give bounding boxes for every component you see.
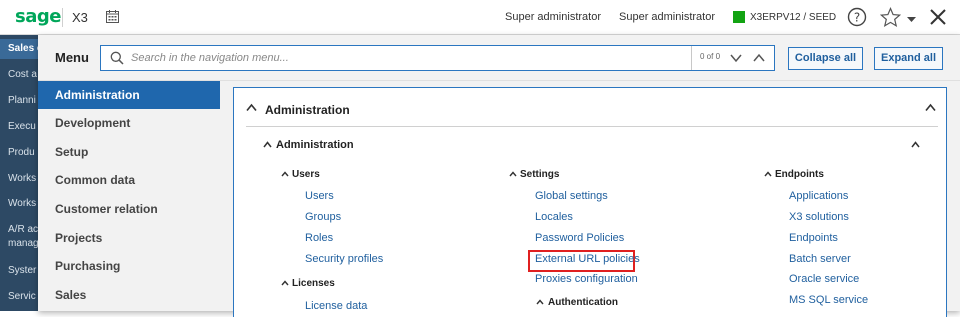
background-nav-item[interactable]: A/R ac bbox=[8, 224, 38, 235]
nav-item-label: Setup bbox=[55, 145, 89, 159]
link-users[interactable]: Users bbox=[305, 190, 334, 202]
link-external-url-policies[interactable]: External URL policies bbox=[535, 253, 640, 265]
background-navigation: Sales c Cost a Planni Execu Produ Works … bbox=[0, 35, 38, 311]
link-security-profiles[interactable]: Security profiles bbox=[305, 253, 383, 265]
next-result-chevron-down-icon[interactable] bbox=[728, 51, 744, 65]
menu-title: Menu bbox=[55, 50, 89, 65]
chevron-up-icon[interactable] bbox=[281, 280, 289, 286]
nav-item-label: Sales bbox=[55, 288, 87, 302]
link-ms-sql-service[interactable]: MS SQL service bbox=[789, 294, 868, 306]
background-nav-item[interactable]: manag bbox=[8, 238, 38, 249]
group-title-licenses[interactable]: Licenses bbox=[292, 278, 335, 289]
chevron-up-icon[interactable] bbox=[246, 103, 257, 112]
background-nav-item[interactable]: Cost a bbox=[8, 69, 38, 80]
link-password-policies[interactable]: Password Policies bbox=[535, 232, 624, 244]
folder-status-indicator bbox=[733, 11, 745, 23]
chevron-up-icon[interactable] bbox=[281, 171, 289, 177]
administration-section: Administration Administration Users User… bbox=[233, 87, 947, 317]
svg-text:?: ? bbox=[854, 11, 860, 25]
nav-item-sales[interactable]: Sales bbox=[38, 281, 220, 309]
section-title[interactable]: Administration bbox=[265, 103, 350, 117]
search-box[interactable]: 0 of 0 bbox=[100, 45, 775, 71]
star-icon[interactable] bbox=[880, 7, 901, 28]
collapse-all-button[interactable]: Collapse all bbox=[788, 47, 863, 70]
help-icon[interactable]: ? bbox=[847, 7, 867, 27]
top-bar: sage X3 Super administrator Super admini… bbox=[0, 0, 960, 35]
previous-result-chevron-up-icon[interactable] bbox=[751, 51, 767, 65]
group-title-authentication[interactable]: Authentication bbox=[548, 297, 618, 308]
search-input[interactable] bbox=[131, 49, 686, 67]
search-result-count: 0 of 0 bbox=[700, 52, 721, 61]
link-x3-solutions[interactable]: X3 solutions bbox=[789, 211, 849, 223]
nav-item-projects[interactable]: Projects bbox=[38, 224, 220, 252]
background-nav-item[interactable]: Sales c bbox=[8, 43, 38, 54]
menu-content-area: Administration Administration Users User… bbox=[220, 81, 960, 317]
nav-item-customer-relation[interactable]: Customer relation bbox=[38, 195, 220, 223]
nav-item-common-data[interactable]: Common data bbox=[38, 166, 220, 194]
background-nav-item[interactable]: Produ bbox=[8, 147, 38, 158]
background-nav-item[interactable]: Syster bbox=[8, 265, 38, 276]
product-name: X3 bbox=[72, 10, 88, 25]
nav-item-label: Projects bbox=[55, 231, 103, 245]
expand-all-button[interactable]: Expand all bbox=[874, 47, 943, 70]
folder-name[interactable]: X3ERPV12 / SEED bbox=[750, 12, 836, 23]
chevron-up-icon[interactable] bbox=[263, 141, 272, 148]
group-title-settings[interactable]: Settings bbox=[520, 169, 559, 180]
menu-category-list: Administration Development Setup Common … bbox=[38, 81, 220, 311]
chevron-up-icon[interactable] bbox=[509, 171, 517, 177]
link-proxies-configuration[interactable]: Proxies configuration bbox=[535, 273, 638, 285]
background-nav-item[interactable]: Works bbox=[8, 173, 38, 184]
link-license-data[interactable]: License data bbox=[305, 300, 367, 312]
link-locales[interactable]: Locales bbox=[535, 211, 573, 223]
nav-item-label: Customer relation bbox=[55, 202, 158, 216]
link-global-settings[interactable]: Global settings bbox=[535, 190, 608, 202]
search-icon bbox=[110, 51, 124, 65]
group-title-endpoints[interactable]: Endpoints bbox=[775, 169, 824, 180]
chevron-up-icon[interactable] bbox=[911, 141, 920, 148]
user-name-link[interactable]: Super administrator bbox=[505, 11, 601, 23]
background-nav-item[interactable]: Planni bbox=[8, 95, 38, 106]
close-icon[interactable] bbox=[928, 7, 948, 27]
link-oracle-service[interactable]: Oracle service bbox=[789, 273, 859, 285]
navigation-menu-panel: Menu 0 of 0 Collapse all Expand all Admi… bbox=[38, 35, 960, 317]
background-nav-item[interactable]: Servic bbox=[8, 291, 38, 302]
nav-item-administration[interactable]: Administration bbox=[38, 81, 220, 109]
link-applications[interactable]: Applications bbox=[789, 190, 848, 202]
nav-item-label: Purchasing bbox=[55, 259, 121, 273]
sage-logo[interactable]: sage bbox=[15, 6, 61, 27]
search-divider bbox=[691, 46, 692, 70]
nav-item-label: Common data bbox=[55, 173, 136, 187]
group-title-users[interactable]: Users bbox=[292, 169, 320, 180]
chevron-up-icon[interactable] bbox=[536, 299, 544, 305]
link-roles[interactable]: Roles bbox=[305, 232, 333, 244]
menu-header: Menu 0 of 0 Collapse all Expand all bbox=[38, 35, 960, 81]
nav-item-purchasing[interactable]: Purchasing bbox=[38, 252, 220, 280]
background-nav-item[interactable]: Works bbox=[8, 198, 38, 209]
nav-item-development[interactable]: Development bbox=[38, 109, 220, 137]
chevron-up-icon[interactable] bbox=[925, 103, 936, 112]
calendar-icon[interactable] bbox=[106, 10, 119, 23]
logo-divider bbox=[62, 8, 63, 27]
link-groups[interactable]: Groups bbox=[305, 211, 341, 223]
nav-item-setup[interactable]: Setup bbox=[38, 138, 220, 166]
chevron-up-icon[interactable] bbox=[764, 171, 772, 177]
chevron-down-icon[interactable] bbox=[907, 16, 916, 23]
link-batch-server[interactable]: Batch server bbox=[789, 253, 851, 265]
background-nav-item[interactable]: Execu bbox=[8, 121, 38, 132]
section-divider bbox=[246, 126, 938, 127]
nav-item-label: Development bbox=[55, 116, 131, 130]
user-role-link[interactable]: Super administrator bbox=[619, 11, 715, 23]
nav-item-label: Administration bbox=[55, 88, 140, 102]
subsection-title[interactable]: Administration bbox=[276, 139, 354, 151]
link-endpoints[interactable]: Endpoints bbox=[789, 232, 838, 244]
